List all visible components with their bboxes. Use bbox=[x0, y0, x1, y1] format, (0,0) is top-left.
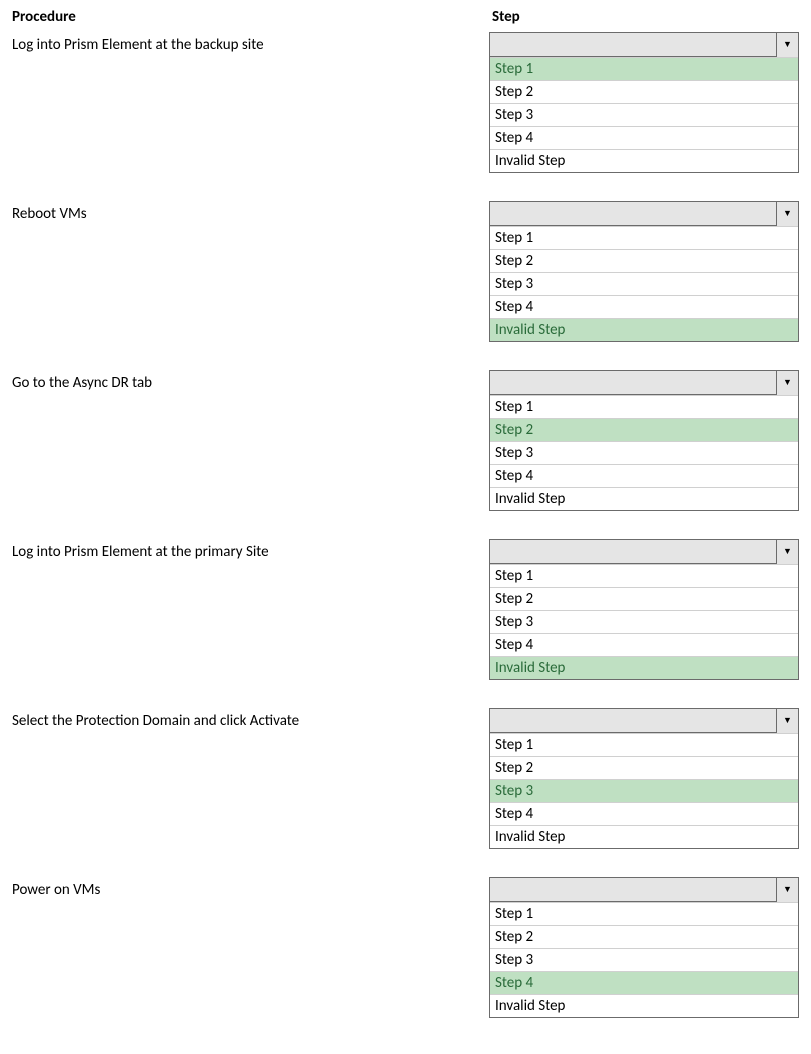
step-dropdown[interactable]: ▼Step 1Step 2Step 3Step 4Invalid Step bbox=[489, 32, 799, 173]
header-procedure: Procedure bbox=[12, 8, 492, 26]
dropdown-header[interactable]: ▼ bbox=[490, 33, 798, 57]
dropdown-header[interactable]: ▼ bbox=[490, 878, 798, 902]
procedure-row: Go to the Async DR tab▼Step 1Step 2Step … bbox=[12, 370, 799, 511]
dropdown-option[interactable]: Invalid Step bbox=[490, 318, 798, 341]
chevron-down-icon[interactable]: ▼ bbox=[776, 709, 798, 733]
dropdown-option[interactable]: Step 1 bbox=[490, 57, 798, 80]
dropdown-header[interactable]: ▼ bbox=[490, 709, 798, 733]
step-cell: ▼Step 1Step 2Step 3Step 4Invalid Step bbox=[489, 32, 799, 173]
dropdown-option[interactable]: Step 4 bbox=[490, 126, 798, 149]
step-dropdown[interactable]: ▼Step 1Step 2Step 3Step 4Invalid Step bbox=[489, 370, 799, 511]
dropdown-option[interactable]: Step 3 bbox=[490, 610, 798, 633]
procedure-label: Log into Prism Element at the backup sit… bbox=[12, 32, 489, 173]
procedure-row: Select the Protection Domain and click A… bbox=[12, 708, 799, 849]
dropdown-option[interactable]: Step 3 bbox=[490, 272, 798, 295]
dropdown-option[interactable]: Step 4 bbox=[490, 633, 798, 656]
dropdown-option[interactable]: Step 4 bbox=[490, 802, 798, 825]
dropdown-option[interactable]: Step 2 bbox=[490, 925, 798, 948]
dropdown-option[interactable]: Step 1 bbox=[490, 564, 798, 587]
dropdown-header[interactable]: ▼ bbox=[490, 371, 798, 395]
dropdown-header[interactable]: ▼ bbox=[490, 540, 798, 564]
dropdown-option[interactable]: Step 4 bbox=[490, 295, 798, 318]
dropdown-option[interactable]: Step 2 bbox=[490, 249, 798, 272]
dropdown-option[interactable]: Step 2 bbox=[490, 587, 798, 610]
procedure-label: Select the Protection Domain and click A… bbox=[12, 708, 489, 849]
step-dropdown[interactable]: ▼Step 1Step 2Step 3Step 4Invalid Step bbox=[489, 877, 799, 1018]
dropdown-option[interactable]: Step 1 bbox=[490, 733, 798, 756]
chevron-down-icon[interactable]: ▼ bbox=[776, 540, 798, 564]
dropdown-option[interactable]: Step 4 bbox=[490, 971, 798, 994]
dropdown-option[interactable]: Step 3 bbox=[490, 441, 798, 464]
dropdown-option[interactable]: Invalid Step bbox=[490, 487, 798, 510]
procedure-row: Log into Prism Element at the backup sit… bbox=[12, 32, 799, 173]
chevron-down-icon[interactable]: ▼ bbox=[776, 878, 798, 902]
procedure-label: Log into Prism Element at the primary Si… bbox=[12, 539, 489, 680]
dropdown-option[interactable]: Step 3 bbox=[490, 779, 798, 802]
procedure-label: Power on VMs bbox=[12, 877, 489, 1018]
header-step: Step bbox=[492, 8, 520, 26]
dropdown-option[interactable]: Step 4 bbox=[490, 464, 798, 487]
dropdown-option[interactable]: Step 1 bbox=[490, 395, 798, 418]
procedure-row: Reboot VMs▼Step 1Step 2Step 3Step 4Inval… bbox=[12, 201, 799, 342]
step-dropdown[interactable]: ▼Step 1Step 2Step 3Step 4Invalid Step bbox=[489, 201, 799, 342]
dropdown-option[interactable]: Invalid Step bbox=[490, 994, 798, 1017]
dropdown-option[interactable]: Invalid Step bbox=[490, 825, 798, 848]
dropdown-option[interactable]: Invalid Step bbox=[490, 149, 798, 172]
dropdown-option[interactable]: Invalid Step bbox=[490, 656, 798, 679]
procedure-label: Go to the Async DR tab bbox=[12, 370, 489, 511]
step-cell: ▼Step 1Step 2Step 3Step 4Invalid Step bbox=[489, 201, 799, 342]
step-cell: ▼Step 1Step 2Step 3Step 4Invalid Step bbox=[489, 539, 799, 680]
procedure-row: Power on VMs▼Step 1Step 2Step 3Step 4Inv… bbox=[12, 877, 799, 1018]
dropdown-option[interactable]: Step 2 bbox=[490, 756, 798, 779]
step-cell: ▼Step 1Step 2Step 3Step 4Invalid Step bbox=[489, 708, 799, 849]
column-headers: Procedure Step bbox=[12, 8, 799, 26]
chevron-down-icon[interactable]: ▼ bbox=[776, 33, 798, 57]
procedure-row: Log into Prism Element at the primary Si… bbox=[12, 539, 799, 680]
dropdown-option[interactable]: Step 2 bbox=[490, 418, 798, 441]
step-dropdown[interactable]: ▼Step 1Step 2Step 3Step 4Invalid Step bbox=[489, 539, 799, 680]
dropdown-option[interactable]: Step 1 bbox=[490, 902, 798, 925]
procedure-label: Reboot VMs bbox=[12, 201, 489, 342]
step-cell: ▼Step 1Step 2Step 3Step 4Invalid Step bbox=[489, 877, 799, 1018]
dropdown-option[interactable]: Step 3 bbox=[490, 103, 798, 126]
step-dropdown[interactable]: ▼Step 1Step 2Step 3Step 4Invalid Step bbox=[489, 708, 799, 849]
dropdown-option[interactable]: Step 1 bbox=[490, 226, 798, 249]
chevron-down-icon[interactable]: ▼ bbox=[776, 371, 798, 395]
dropdown-option[interactable]: Step 3 bbox=[490, 948, 798, 971]
chevron-down-icon[interactable]: ▼ bbox=[776, 202, 798, 226]
step-cell: ▼Step 1Step 2Step 3Step 4Invalid Step bbox=[489, 370, 799, 511]
dropdown-header[interactable]: ▼ bbox=[490, 202, 798, 226]
dropdown-option[interactable]: Step 2 bbox=[490, 80, 798, 103]
